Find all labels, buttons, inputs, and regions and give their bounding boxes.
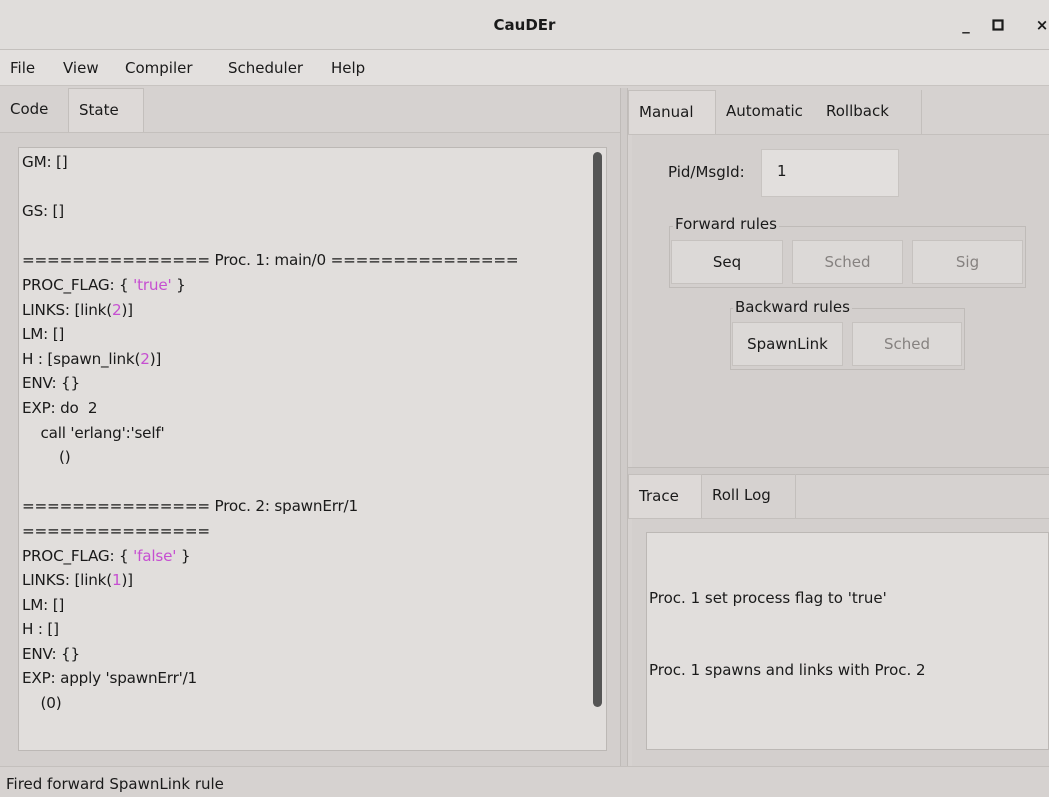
state-segment: }: [176, 546, 191, 565]
state-segment: )]: [121, 300, 133, 319]
state-line: EXP: do 2: [22, 396, 587, 421]
title-bar: CauDEr _ ×: [0, 0, 1049, 50]
tab-state[interactable]: State: [68, 88, 144, 132]
menu-file[interactable]: File: [10, 59, 35, 77]
menu-help[interactable]: Help: [331, 59, 365, 77]
state-segment: =============== Proc. 2: spawnErr/1: [22, 497, 358, 516]
backward-rules-label: Backward rules: [733, 298, 852, 316]
state-segment: GM: []: [22, 153, 68, 171]
state-line: GS: []: [22, 199, 587, 224]
tab-code[interactable]: Code: [0, 88, 68, 132]
state-segment: LINKS: [link(: [22, 300, 112, 319]
trace-line: Proc. 1 set process flag to 'true': [649, 589, 887, 607]
state-segment: ENV: {}: [22, 374, 80, 393]
status-bar: Fired forward SpawnLink rule: [0, 766, 1049, 797]
forward-sched-button[interactable]: Sched: [792, 240, 903, 284]
menu-view[interactable]: View: [63, 59, 99, 77]
state-line: ENV: {}: [22, 371, 587, 396]
window-title: CauDEr: [493, 16, 556, 34]
left-tab-strip: Code State: [0, 88, 622, 132]
state-line: LINKS: [link(1)]: [22, 568, 587, 593]
state-segment: GS: []: [22, 202, 65, 221]
menu-bar: File View Compiler Scheduler Help: [0, 50, 1049, 86]
state-segment: (0): [22, 694, 62, 713]
state-segment: =============== Proc. 1: main/0 ========…: [22, 251, 519, 270]
backward-spawnlink-button[interactable]: SpawnLink: [732, 322, 843, 366]
state-line: [22, 224, 587, 249]
minimize-icon[interactable]: _: [954, 13, 978, 37]
state-segment: EXP: do 2: [22, 398, 98, 417]
state-line: (): [22, 445, 587, 470]
pid-input[interactable]: 1: [761, 149, 899, 197]
state-line: call 'erlang':'self': [22, 421, 587, 446]
menu-compiler[interactable]: Compiler: [125, 59, 193, 77]
state-scrollbar[interactable]: [593, 152, 602, 707]
bottom-tab-strip: Trace Roll Log: [628, 474, 1049, 518]
status-text: Fired forward SpawnLink rule: [6, 775, 224, 793]
state-segment: ===============: [22, 521, 210, 540]
state-line: ENV: {}: [22, 642, 587, 667]
tab-automatic[interactable]: Automatic: [716, 90, 816, 134]
state-segment: }: [171, 275, 186, 294]
forward-seq-button[interactable]: Seq: [671, 240, 783, 284]
state-line: GM: []: [22, 150, 587, 175]
state-segment: ENV: {}: [22, 644, 80, 663]
state-line: =============== Proc. 2: spawnErr/1: [22, 494, 587, 519]
state-segment: LM: []: [22, 595, 65, 614]
forward-sig-button[interactable]: Sig: [912, 240, 1023, 284]
state-line: =============== Proc. 1: main/0 ========…: [22, 248, 587, 273]
state-line: (0): [22, 691, 587, 716]
state-segment: LM: []: [22, 325, 65, 344]
state-line: LINKS: [link(2)]: [22, 298, 587, 323]
trace-line: Proc. 1 spawns and links with Proc. 2: [649, 661, 926, 679]
tab-trace[interactable]: Trace: [628, 474, 702, 518]
state-atom: 'false': [133, 546, 177, 565]
backward-sched-button[interactable]: Sched: [852, 322, 962, 366]
state-segment: PROC_FLAG: {: [22, 546, 134, 565]
tab-rollback[interactable]: Rollback: [816, 90, 922, 134]
state-segment: (): [22, 448, 71, 467]
state-line: LM: []: [22, 322, 587, 347]
state-line: [22, 470, 587, 495]
trace-text: Proc. 1 set process flag to 'true' Proc.…: [649, 538, 926, 706]
menu-scheduler[interactable]: Scheduler: [228, 59, 303, 77]
state-segment: H : [spawn_link(: [22, 349, 141, 368]
state-line: PROC_FLAG: { 'false' }: [22, 544, 587, 569]
state-atom: 2: [140, 349, 150, 368]
state-line: H : []: [22, 617, 587, 642]
state-segment: H : []: [22, 620, 59, 639]
state-segment: )]: [149, 349, 162, 368]
state-line: LM: []: [22, 593, 587, 618]
state-line: EXP: apply 'spawnErr'/1: [22, 666, 587, 691]
state-line: H : [spawn_link(2)]: [22, 347, 587, 372]
state-atom: 'true': [133, 275, 172, 294]
state-line: [22, 175, 587, 200]
right-tab-strip: Manual Automatic Rollback: [628, 90, 1049, 134]
forward-rules-label: Forward rules: [673, 215, 779, 233]
state-segment: LINKS: [link(: [22, 571, 112, 590]
state-segment: )]: [121, 571, 133, 590]
state-segment: PROC_FLAG: {: [22, 275, 134, 294]
state-segment: call 'erlang':'self': [22, 423, 165, 442]
pane-splitter[interactable]: [620, 88, 628, 766]
state-text: GM: [] GS: [] =============== Proc. 1: mai…: [22, 150, 587, 748]
tab-roll-log[interactable]: Roll Log: [702, 474, 796, 518]
state-line: ===============: [22, 519, 587, 544]
close-icon[interactable]: ×: [1030, 13, 1049, 37]
state-line: PROC_FLAG: { 'true' }: [22, 273, 587, 298]
state-segment: EXP: apply 'spawnErr'/1: [22, 669, 197, 688]
pid-label: Pid/MsgId:: [668, 163, 745, 181]
tab-manual[interactable]: Manual: [628, 90, 716, 134]
maximize-icon[interactable]: [986, 13, 1010, 37]
